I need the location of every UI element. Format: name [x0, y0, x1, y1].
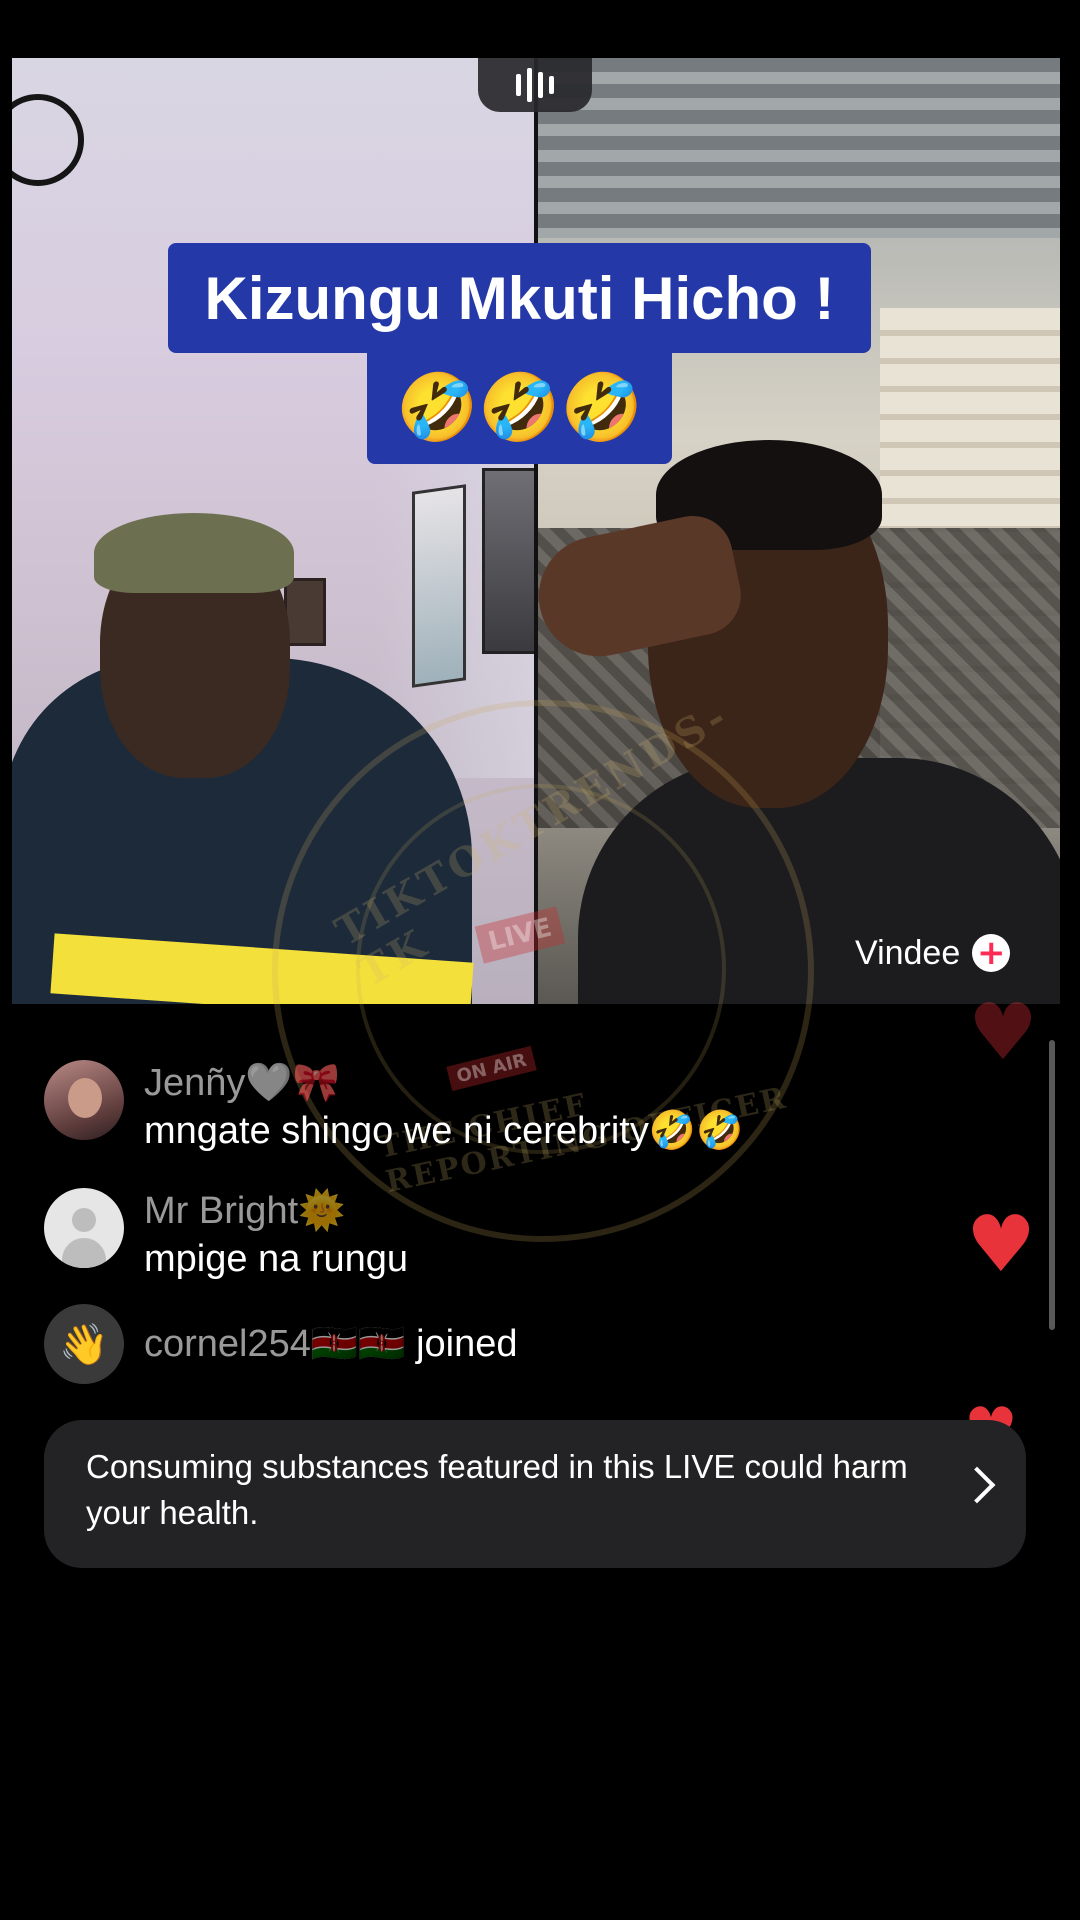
guest-video-panel[interactable] — [538, 58, 1060, 1004]
comment-body: Mr Bright🌞 mpige na rungu — [144, 1188, 408, 1284]
join-action: joined — [416, 1323, 518, 1365]
join-event: 👋 cornel254🇰🇪🇰🇪 joined — [44, 1304, 518, 1384]
bars-icon — [549, 76, 554, 94]
bars-icon — [527, 68, 532, 102]
waving-hand-icon: 👋 — [44, 1304, 124, 1384]
health-notice-banner[interactable]: Consuming substances featured in this LI… — [44, 1420, 1026, 1568]
wall-frame — [284, 578, 326, 646]
wall-painting — [412, 484, 466, 688]
host-cap — [94, 513, 294, 593]
chevron-right-icon[interactable] — [958, 1466, 996, 1504]
health-notice-text: Consuming substances featured in this LI… — [86, 1448, 908, 1531]
guest-name: Vindee — [855, 933, 961, 972]
heart-icon: ♥ — [968, 988, 1038, 1078]
user-avatar[interactable] — [44, 1060, 124, 1140]
comment-item[interactable]: Mr Bright🌞 mpige na rungu — [44, 1188, 408, 1284]
comment-text: mpige na rungu — [144, 1238, 409, 1280]
wall-painting — [482, 468, 534, 654]
comment-scrollbar[interactable] — [1049, 1040, 1055, 1330]
layout-toggle-button[interactable] — [478, 58, 592, 112]
host-video-panel[interactable] — [12, 58, 534, 1004]
window-blinds — [538, 58, 1060, 238]
caption-line-1: Kizungu Mkuti Hicho ! — [168, 243, 871, 353]
live-video-area[interactable] — [12, 58, 1060, 1004]
comment-body: Jenñy🤍🎀 mngate shingo we ni cerebrity🤣🤣 — [144, 1060, 743, 1156]
default-avatar-icon[interactable] — [44, 1188, 124, 1268]
comment-username[interactable]: Mr Bright🌞 — [144, 1188, 408, 1234]
join-username[interactable]: cornel254🇰🇪🇰🇪 — [144, 1323, 406, 1365]
bars-icon — [538, 72, 543, 98]
avatar-shoulders — [62, 1238, 106, 1268]
comment-text: mngate shingo we ni cerebrity🤣🤣 — [144, 1110, 744, 1152]
caption-line-2: 🤣🤣🤣 — [367, 352, 672, 464]
wall-ring-decor — [12, 94, 84, 186]
comment-item[interactable]: Jenñy🤍🎀 mngate shingo we ni cerebrity🤣🤣 — [44, 1060, 743, 1156]
guest-name-tag[interactable]: Vindee + — [835, 920, 1029, 986]
join-body: cornel254🇰🇪🇰🇪 joined — [144, 1304, 518, 1384]
bars-icon — [516, 74, 521, 96]
join-line: cornel254🇰🇪🇰🇪 joined — [144, 1304, 518, 1384]
comment-username[interactable]: Jenñy🤍🎀 — [144, 1060, 743, 1106]
avatar-head — [72, 1208, 96, 1232]
follow-plus-icon[interactable]: + — [972, 934, 1011, 972]
live-screen: TIKTOKTRENDS-TK LIVE ON AIR THE CHIEF RE… — [0, 0, 1080, 1920]
heart-icon: ♥ — [966, 1200, 1036, 1290]
